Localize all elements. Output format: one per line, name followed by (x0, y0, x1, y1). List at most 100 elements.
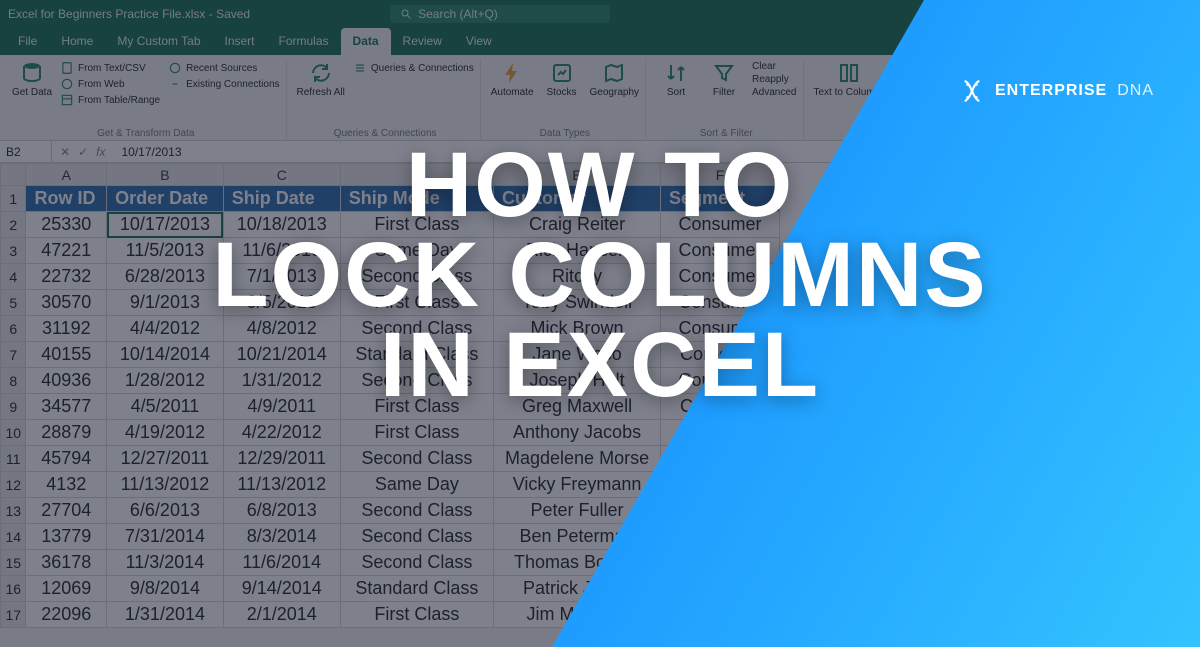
cell-E15[interactable]: Thomas Boland (494, 550, 661, 576)
row-header-1[interactable]: 1 (1, 186, 26, 212)
spreadsheet-grid[interactable]: ABCDEF1Row IDOrder DateShip DateShip Mod… (0, 163, 1200, 628)
row-header-4[interactable]: 4 (1, 264, 26, 290)
recent-sources-button[interactable]: Recent Sources (168, 61, 279, 75)
cell-F12[interactable]: Home Office (661, 472, 780, 498)
cell-D2[interactable]: First Class (340, 212, 493, 238)
cell-F5[interactable]: Consumer (661, 290, 780, 316)
cell-B7[interactable]: 10/14/2014 (107, 342, 224, 368)
cell-F16[interactable]: Corporate (661, 576, 780, 602)
cell-A9[interactable]: 34577 (26, 394, 107, 420)
stocks-button[interactable]: Stocks (542, 61, 582, 98)
automate-button[interactable]: Automate (491, 61, 534, 98)
cell-D5[interactable]: First Class (340, 290, 493, 316)
cell-D16[interactable]: Standard Class (340, 576, 493, 602)
sort-button[interactable]: Sort (656, 61, 696, 98)
cell-E4[interactable]: Ritchy (494, 264, 661, 290)
cell-D10[interactable]: First Class (340, 420, 493, 446)
cell-A6[interactable]: 31192 (26, 316, 107, 342)
cell-F13[interactable]: Consumer (661, 498, 780, 524)
advanced-button[interactable]: Advanced (752, 87, 796, 98)
tab-insert[interactable]: Insert (213, 28, 267, 55)
queries-button[interactable]: Queries & Connections (353, 61, 474, 75)
cell-C9[interactable]: 4/9/2011 (223, 394, 340, 420)
cell-E14[interactable]: Ben Peterman (494, 524, 661, 550)
cell-F4[interactable]: Consumer (661, 264, 780, 290)
cell-F3[interactable]: Consumer (661, 238, 780, 264)
cell-C6[interactable]: 4/8/2012 (223, 316, 340, 342)
clear-button[interactable]: Clear (752, 61, 796, 72)
cell-E7[interactable]: Jane Waco (494, 342, 661, 368)
cell-D7[interactable]: Standard Class (340, 342, 493, 368)
cell-C2[interactable]: 10/18/2013 (223, 212, 340, 238)
cell-C17[interactable]: 2/1/2014 (223, 602, 340, 628)
cell-F2[interactable]: Consumer (661, 212, 780, 238)
cell-C16[interactable]: 9/14/2014 (223, 576, 340, 602)
row-header-5[interactable]: 5 (1, 290, 26, 316)
row-header-6[interactable]: 6 (1, 316, 26, 342)
cell-A15[interactable]: 36178 (26, 550, 107, 576)
row-header-15[interactable]: 15 (1, 550, 26, 576)
row-header-17[interactable]: 17 (1, 602, 26, 628)
cell-B3[interactable]: 11/5/2013 (107, 238, 224, 264)
cell-C12[interactable]: 11/13/2012 (223, 472, 340, 498)
cell-E11[interactable]: Magdelene Morse (494, 446, 661, 472)
cell-C14[interactable]: 8/3/2014 (223, 524, 340, 550)
reapply-button[interactable]: Reapply (752, 74, 796, 85)
cell-D13[interactable]: Second Class (340, 498, 493, 524)
cell-E6[interactable]: Mick Brown (494, 316, 661, 342)
tab-review[interactable]: Review (391, 28, 454, 55)
column-header-D[interactable]: D (340, 164, 493, 186)
from-web-button[interactable]: From Web (60, 77, 160, 91)
cell-C7[interactable]: 10/21/2014 (223, 342, 340, 368)
search-input[interactable]: Search (Alt+Q) (390, 5, 610, 23)
cell-B14[interactable]: 7/31/2014 (107, 524, 224, 550)
cell-B6[interactable]: 4/4/2012 (107, 316, 224, 342)
filter-button[interactable]: Filter (704, 61, 744, 98)
cell-D15[interactable]: Second Class (340, 550, 493, 576)
refresh-all-button[interactable]: Refresh All (297, 61, 345, 98)
header-cell[interactable]: Segment (661, 186, 780, 212)
cell-A5[interactable]: 30570 (26, 290, 107, 316)
cell-F17[interactable]: Corporate (661, 602, 780, 628)
row-header-9[interactable]: 9 (1, 394, 26, 420)
cell-B10[interactable]: 4/19/2012 (107, 420, 224, 446)
cell-A10[interactable]: 28879 (26, 420, 107, 446)
cell-D11[interactable]: Second Class (340, 446, 493, 472)
cell-B11[interactable]: 12/27/2011 (107, 446, 224, 472)
cell-B8[interactable]: 1/28/2012 (107, 368, 224, 394)
column-header-F[interactable]: F (661, 164, 780, 186)
cell-B17[interactable]: 1/31/2014 (107, 602, 224, 628)
header-cell[interactable]: Ship Mode (340, 186, 493, 212)
cell-E5[interactable]: Toby Swindell (494, 290, 661, 316)
column-header-E[interactable]: E (494, 164, 661, 186)
cell-E9[interactable]: Greg Maxwell (494, 394, 661, 420)
cell-A13[interactable]: 27704 (26, 498, 107, 524)
row-header-7[interactable]: 7 (1, 342, 26, 368)
cell-B13[interactable]: 6/6/2013 (107, 498, 224, 524)
cell-C3[interactable]: 11/6/2013 (223, 238, 340, 264)
tab-data[interactable]: Data (341, 28, 391, 55)
cell-E17[interactable]: Jim Mitchum (494, 602, 661, 628)
cell-F11[interactable]: Consumer (661, 446, 780, 472)
header-cell[interactable]: Row ID (26, 186, 107, 212)
cancel-formula-button[interactable]: ✕ (60, 145, 70, 159)
cell-F8[interactable]: Consumer (661, 368, 780, 394)
cell-A17[interactable]: 22096 (26, 602, 107, 628)
cell-F14[interactable]: Corporate (661, 524, 780, 550)
from-table-button[interactable]: From Table/Range (60, 93, 160, 107)
cell-D6[interactable]: Second Class (340, 316, 493, 342)
existing-connections-button[interactable]: Existing Connections (168, 77, 279, 91)
cell-F6[interactable]: Consumer (661, 316, 780, 342)
cell-C10[interactable]: 4/22/2012 (223, 420, 340, 446)
cell-E3[interactable]: Rick Hansen (494, 238, 661, 264)
cell-C4[interactable]: 7/1/2013 (223, 264, 340, 290)
fx-icon[interactable]: fx (96, 145, 105, 159)
row-header-12[interactable]: 12 (1, 472, 26, 498)
cell-C5[interactable]: 9/5/2013 (223, 290, 340, 316)
cell-B5[interactable]: 9/1/2013 (107, 290, 224, 316)
cell-C11[interactable]: 12/29/2011 (223, 446, 340, 472)
cell-B12[interactable]: 11/13/2012 (107, 472, 224, 498)
select-all-cell[interactable] (1, 164, 26, 186)
row-header-13[interactable]: 13 (1, 498, 26, 524)
cell-E2[interactable]: Craig Reiter (494, 212, 661, 238)
